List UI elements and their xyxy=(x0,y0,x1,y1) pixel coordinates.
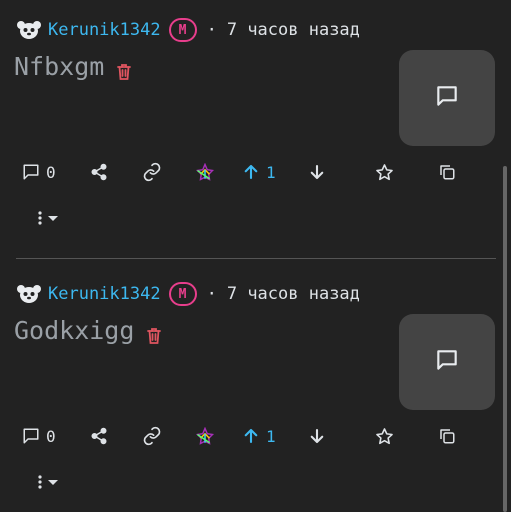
moderator-badge: M xyxy=(168,282,197,306)
fediverse-icon xyxy=(196,427,214,445)
star-icon xyxy=(376,427,393,444)
downvote-button[interactable] xyxy=(308,160,326,184)
post-time: 7 часов назад xyxy=(226,284,360,304)
more-options-button[interactable] xyxy=(34,208,60,228)
comments-button[interactable]: 0 xyxy=(22,424,56,448)
comment-thumbnail-icon xyxy=(434,83,460,113)
arrow-up-icon xyxy=(244,164,258,180)
trash-icon xyxy=(146,322,162,344)
upvote-button[interactable]: 1 xyxy=(242,160,276,184)
post-divider xyxy=(16,258,496,259)
more-options-button[interactable] xyxy=(34,472,60,492)
post-title[interactable]: Nfbxgm xyxy=(14,52,104,81)
author-link[interactable]: Kerunik1342 xyxy=(48,20,161,40)
post-listing: Kerunik1342 M · 7 часов назад Nfbxgm 0 1 xyxy=(0,0,496,259)
copy-icon xyxy=(440,165,455,180)
avatar-icon[interactable] xyxy=(16,20,42,40)
crosspost-button[interactable] xyxy=(438,424,456,448)
moderator-badge: M xyxy=(168,18,197,42)
link-button[interactable] xyxy=(142,424,162,448)
post-time: 7 часов назад xyxy=(226,20,360,40)
share-icon xyxy=(91,163,107,181)
fediverse-button[interactable] xyxy=(196,160,214,184)
arrow-down-icon xyxy=(310,428,324,444)
meta-separator: · xyxy=(206,284,217,304)
post-title-row: Nfbxgm xyxy=(14,52,132,81)
caret-down-icon xyxy=(48,480,58,485)
link-button[interactable] xyxy=(142,160,162,184)
share-button[interactable] xyxy=(90,424,108,448)
comment-icon xyxy=(23,428,39,444)
author-link[interactable]: Kerunik1342 xyxy=(48,284,161,304)
post-thumbnail[interactable] xyxy=(399,50,495,146)
link-icon xyxy=(143,426,161,446)
share-button[interactable] xyxy=(90,160,108,184)
comment-count: 0 xyxy=(46,162,56,182)
comment-icon xyxy=(23,164,39,180)
post-actions: 0 1 xyxy=(0,422,480,450)
scrollbar-thumb[interactable] xyxy=(503,166,507,512)
fediverse-button[interactable] xyxy=(196,424,214,448)
link-icon xyxy=(143,162,161,182)
dots-vertical-icon xyxy=(38,211,42,225)
copy-icon xyxy=(440,429,455,444)
post-actions: 0 1 xyxy=(0,158,480,186)
post-title-row: Godkxigg xyxy=(14,316,162,345)
trash-icon xyxy=(116,58,132,80)
post-listing: Kerunik1342 M · 7 часов назад Godkxigg 0 xyxy=(0,264,496,512)
post-thumbnail[interactable] xyxy=(399,314,495,410)
fediverse-icon xyxy=(196,163,214,181)
comments-button[interactable]: 0 xyxy=(22,160,56,184)
score-count: 1 xyxy=(266,426,276,446)
avatar-icon[interactable] xyxy=(16,284,42,304)
post-meta: Kerunik1342 M · 7 часов назад xyxy=(16,280,360,308)
share-icon xyxy=(91,427,107,445)
dots-vertical-icon xyxy=(38,475,42,489)
save-button[interactable] xyxy=(375,424,394,448)
crosspost-button[interactable] xyxy=(438,160,456,184)
meta-separator: · xyxy=(206,20,217,40)
arrow-up-icon xyxy=(244,428,258,444)
star-icon xyxy=(376,163,393,180)
score-count: 1 xyxy=(266,162,276,182)
upvote-button[interactable]: 1 xyxy=(242,424,276,448)
comment-thumbnail-icon xyxy=(434,347,460,377)
downvote-button[interactable] xyxy=(308,424,326,448)
arrow-down-icon xyxy=(310,164,324,180)
post-meta: Kerunik1342 M · 7 часов назад xyxy=(16,16,360,44)
comment-count: 0 xyxy=(46,426,56,446)
post-title[interactable]: Godkxigg xyxy=(14,316,134,345)
caret-down-icon xyxy=(48,216,58,221)
save-button[interactable] xyxy=(375,160,394,184)
